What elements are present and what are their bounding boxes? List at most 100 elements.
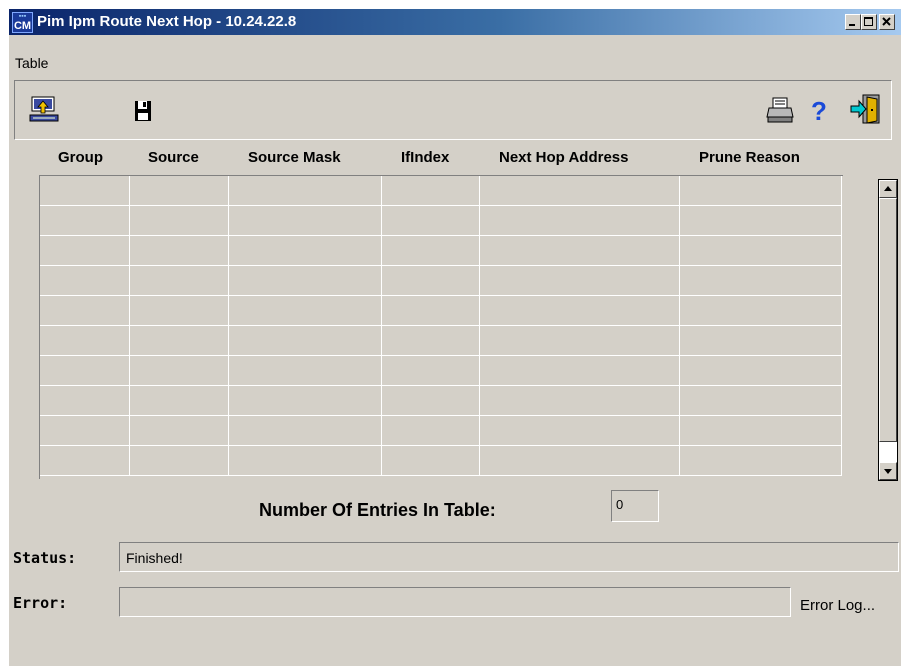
table-cell[interactable]	[680, 386, 842, 416]
table-cell[interactable]	[40, 326, 130, 356]
table-cell[interactable]	[382, 296, 480, 326]
table-cell[interactable]	[382, 326, 480, 356]
table-cell[interactable]	[40, 206, 130, 236]
table-cell[interactable]	[229, 326, 382, 356]
save-disk-icon	[135, 101, 151, 121]
scroll-down-button[interactable]	[879, 462, 897, 480]
status-field: Finished!	[119, 542, 899, 572]
table-cell[interactable]	[229, 206, 382, 236]
table-cell[interactable]	[130, 296, 229, 326]
table-cell[interactable]	[480, 356, 680, 386]
table-cell[interactable]	[680, 206, 842, 236]
table-cell[interactable]	[130, 176, 229, 206]
table-cell[interactable]	[382, 266, 480, 296]
column-header-source[interactable]: Source	[148, 149, 199, 166]
table-cell[interactable]	[130, 326, 229, 356]
table-cell[interactable]	[40, 176, 130, 206]
table-cell[interactable]	[480, 326, 680, 356]
table-cell[interactable]	[382, 356, 480, 386]
table-cell[interactable]	[40, 236, 130, 266]
table-cell[interactable]	[229, 266, 382, 296]
table-cell[interactable]	[382, 386, 480, 416]
table-cell[interactable]	[680, 326, 842, 356]
table-row[interactable]	[40, 176, 842, 206]
table-cell[interactable]	[480, 266, 680, 296]
table-cell[interactable]	[382, 236, 480, 266]
table-cell[interactable]	[680, 266, 842, 296]
table-cell[interactable]	[130, 236, 229, 266]
table-scrollbar[interactable]	[878, 179, 898, 481]
retrieve-table-icon	[29, 96, 59, 122]
table-cell[interactable]	[680, 236, 842, 266]
table-cell[interactable]	[40, 386, 130, 416]
maximize-button[interactable]	[861, 14, 877, 30]
title-bar[interactable]: ▪▪▪ CM Pim Ipm Route Next Hop - 10.24.22.…	[9, 9, 901, 35]
retrieve-table-button[interactable]	[29, 95, 61, 127]
table-cell[interactable]	[680, 296, 842, 326]
scroll-thumb[interactable]	[879, 198, 897, 442]
table-cell[interactable]	[480, 386, 680, 416]
table-cell[interactable]	[229, 176, 382, 206]
help-button[interactable]: ?	[805, 95, 837, 127]
table-cell[interactable]	[680, 176, 842, 206]
table-cell[interactable]	[480, 296, 680, 326]
table-row[interactable]	[40, 326, 842, 356]
table-cell[interactable]	[680, 356, 842, 386]
table-cell[interactable]	[130, 416, 229, 446]
table-cell[interactable]	[480, 416, 680, 446]
table-row[interactable]	[40, 236, 842, 266]
column-header-source-mask[interactable]: Source Mask	[248, 149, 341, 166]
table-cell[interactable]	[480, 176, 680, 206]
menu-table[interactable]: Table	[15, 55, 48, 71]
table-cell[interactable]	[130, 446, 229, 476]
table-cell[interactable]	[229, 416, 382, 446]
table-cell[interactable]	[40, 296, 130, 326]
close-icon	[882, 17, 891, 26]
table-row[interactable]	[40, 416, 842, 446]
table-row[interactable]	[40, 296, 842, 326]
table-row[interactable]	[40, 386, 842, 416]
table-cell[interactable]	[680, 446, 842, 476]
column-header-ifindex[interactable]: IfIndex	[401, 149, 449, 166]
table-cell[interactable]	[40, 416, 130, 446]
table-cell[interactable]	[382, 446, 480, 476]
table-cell[interactable]	[229, 446, 382, 476]
table-cell[interactable]	[480, 236, 680, 266]
entries-count-field: 0	[611, 490, 659, 522]
table-cell[interactable]	[229, 386, 382, 416]
table-cell[interactable]	[40, 356, 130, 386]
table-row[interactable]	[40, 206, 842, 236]
minimize-icon	[849, 24, 855, 26]
column-header-group[interactable]: Group	[58, 149, 103, 166]
scroll-up-button[interactable]	[879, 180, 897, 198]
table-cell[interactable]	[680, 416, 842, 446]
table-cell[interactable]	[229, 356, 382, 386]
table-cell[interactable]	[382, 206, 480, 236]
route-table[interactable]	[39, 175, 843, 479]
table-row[interactable]	[40, 446, 842, 476]
table-cell[interactable]	[130, 266, 229, 296]
minimize-button[interactable]	[845, 14, 861, 30]
table-cell[interactable]	[229, 296, 382, 326]
table-cell[interactable]	[382, 416, 480, 446]
table-cell[interactable]	[130, 386, 229, 416]
table-row[interactable]	[40, 356, 842, 386]
table-cell[interactable]	[229, 236, 382, 266]
save-button[interactable]	[131, 97, 163, 129]
close-button[interactable]	[879, 14, 895, 30]
column-header-next-hop-address[interactable]: Next Hop Address	[499, 149, 628, 166]
exit-button[interactable]	[849, 93, 881, 125]
error-log-link[interactable]: Error Log...	[800, 597, 875, 614]
app-icon[interactable]: ▪▪▪ CM	[12, 12, 33, 33]
printer-icon	[766, 97, 794, 123]
table-cell[interactable]	[130, 206, 229, 236]
print-button[interactable]	[765, 95, 797, 127]
table-cell[interactable]	[480, 446, 680, 476]
table-cell[interactable]	[382, 176, 480, 206]
column-header-prune-reason[interactable]: Prune Reason	[699, 149, 800, 166]
table-row[interactable]	[40, 266, 842, 296]
table-cell[interactable]	[40, 446, 130, 476]
table-cell[interactable]	[40, 266, 130, 296]
table-cell[interactable]	[130, 356, 229, 386]
table-cell[interactable]	[480, 206, 680, 236]
